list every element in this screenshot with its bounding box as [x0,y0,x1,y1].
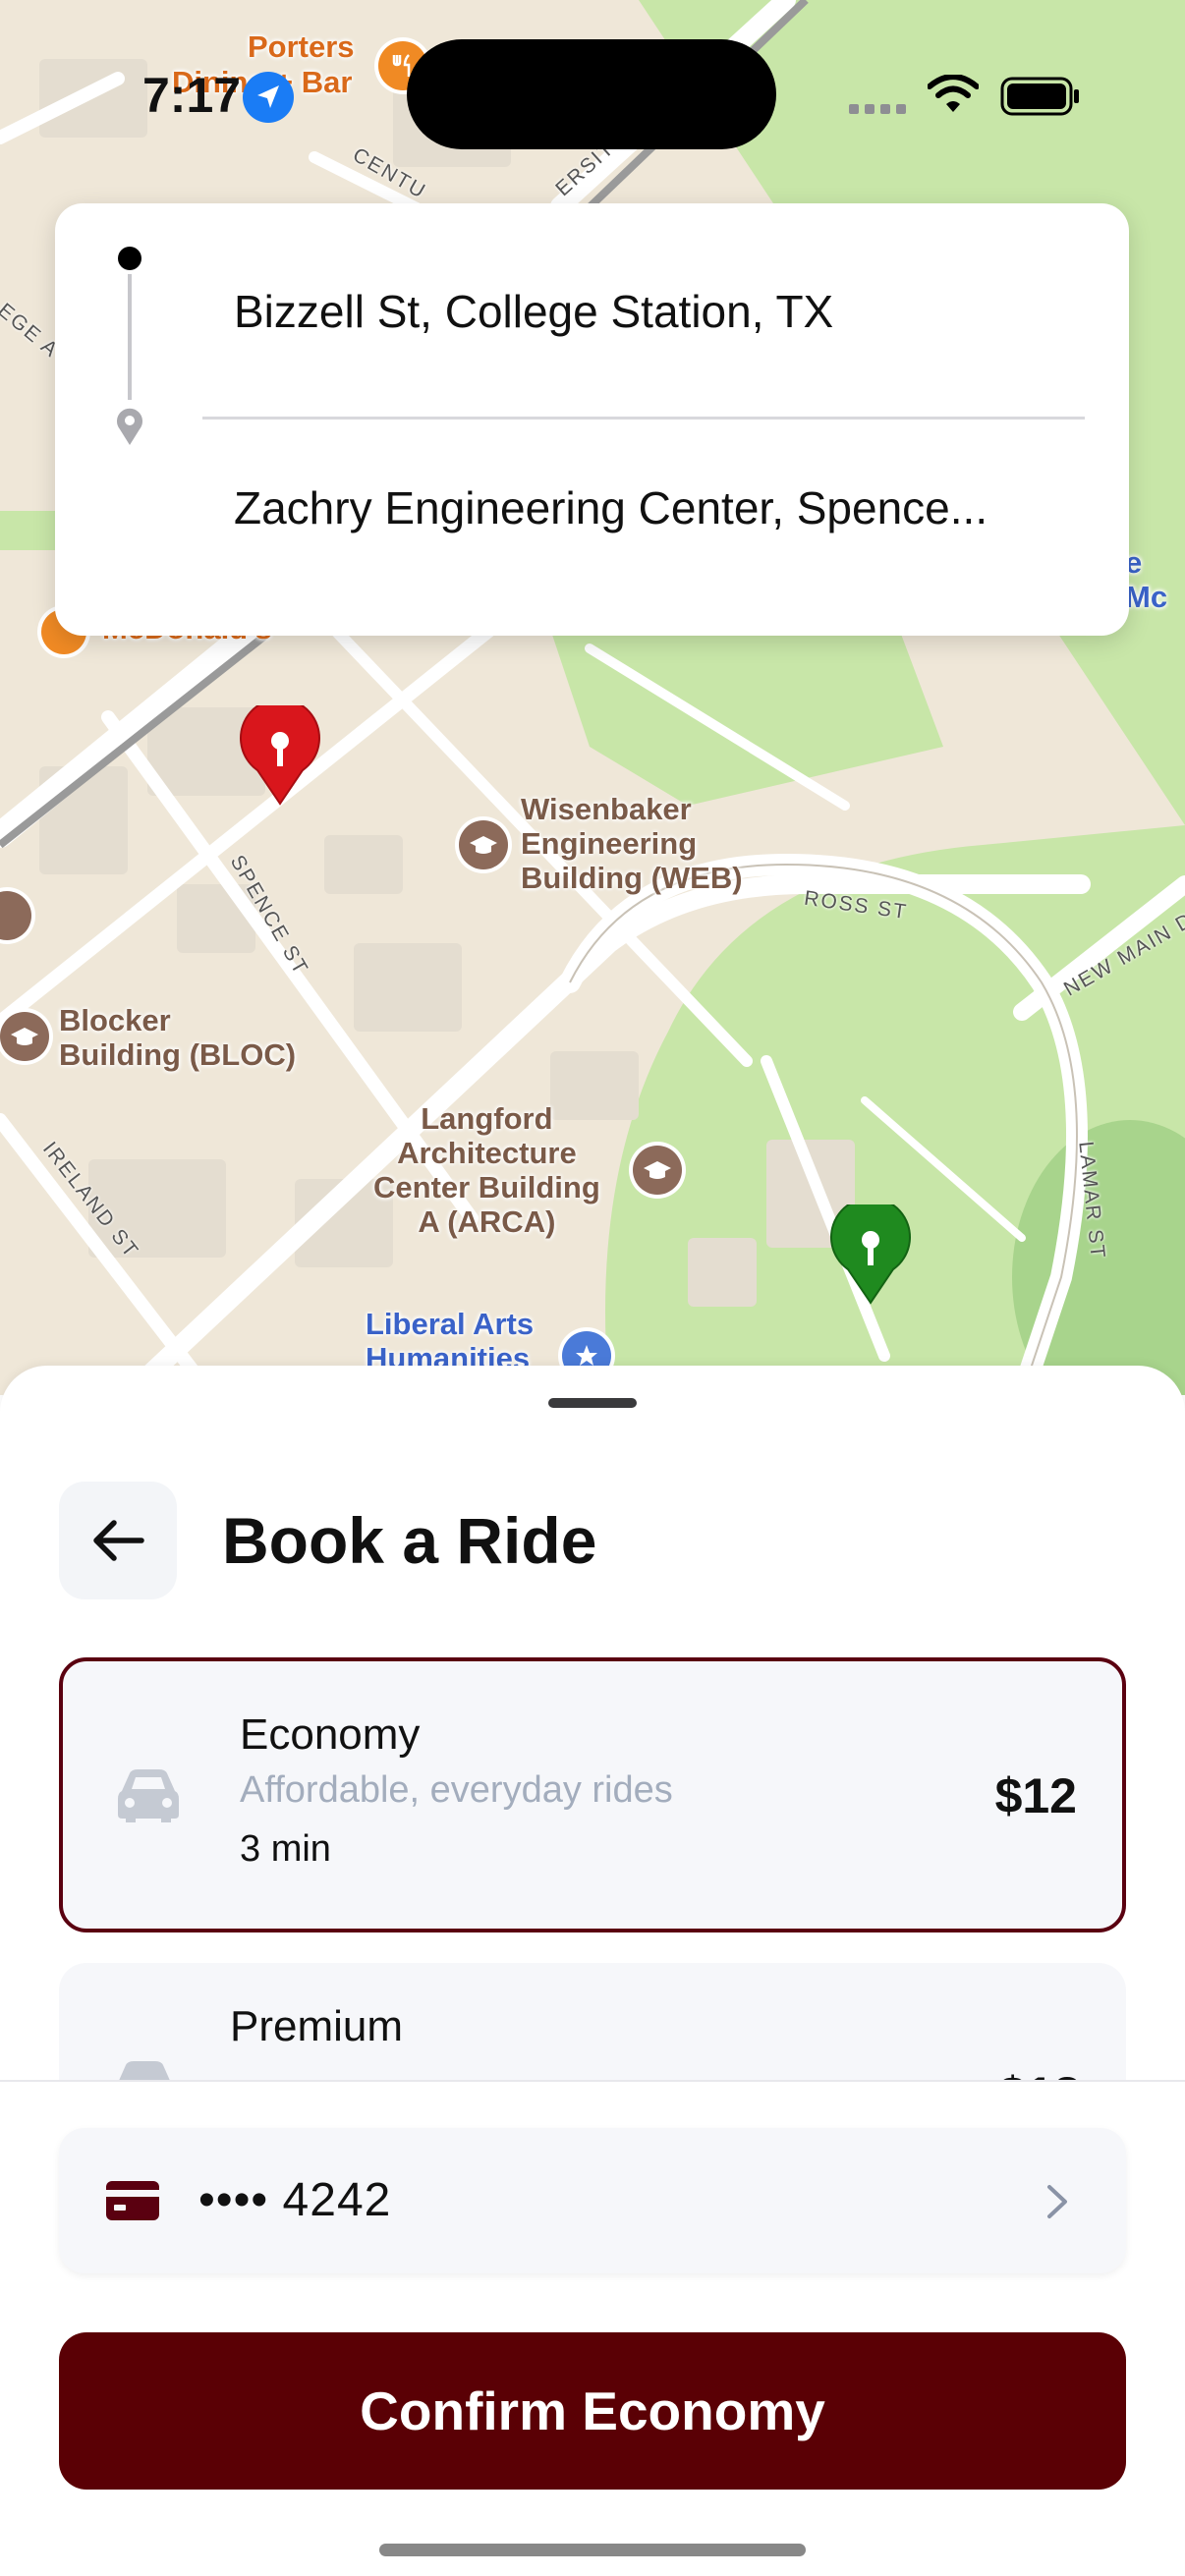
location-arrow-icon [243,72,294,123]
ride-option-name: Premium [230,2002,404,2050]
ride-option-description: Affordable, everyday rides [240,1769,673,1811]
back-button[interactable] [59,1482,177,1599]
route-timeline-icon [117,247,142,445]
pickup-pin-icon[interactable] [238,705,322,806]
payment-method-row[interactable]: •••• 4242 [59,2128,1126,2273]
dynamic-island [407,39,776,149]
status-bar: 7:17 [0,0,1185,196]
sheet-title: Book a Ride [222,1504,597,1577]
sheet-grabber[interactable] [548,1398,637,1408]
route-divider [202,417,1085,420]
car-icon [118,1769,179,1822]
ride-option-economy[interactable]: Economy Affordable, everyday rides 3 min… [59,1657,1126,1932]
map-label-wisenbaker: Wisenbaker Engineering Building (WEB) [521,792,743,895]
school-poi-icon[interactable] [459,820,508,869]
dropoff-pin-icon[interactable] [828,1204,913,1305]
ride-option-eta: 3 min [240,1828,331,1870]
school-poi-icon[interactable] [633,1146,682,1195]
chevron-right-icon [1047,2185,1067,2218]
ride-option-name: Economy [240,1710,421,1759]
map-label-langford: Langford Architecture Center Building A (AR… [373,1101,600,1239]
map-label-edge: e Mc [1125,545,1168,614]
wifi-icon [928,75,979,112]
confirm-ride-button[interactable]: Confirm Economy [59,2332,1126,2490]
arrow-left-icon [93,1520,144,1561]
battery-icon [1000,77,1079,116]
dropoff-input[interactable]: Zachry Engineering Center, Spence... [234,481,988,534]
checkout-bar: •••• 4242 Confirm Economy [0,2080,1185,2576]
route-card: Bizzell St, College Station, TX Zachry E… [55,203,1129,636]
home-indicator[interactable] [379,2544,806,2556]
credit-card-icon [106,2181,159,2220]
school-poi-icon[interactable] [0,1012,49,1061]
map-label-blocker: Blocker Building (BLOC) [59,1003,297,1072]
ride-option-price: $12 [994,1768,1077,1823]
signal-icon [849,104,906,114]
card-number: •••• 4242 [198,2174,392,2226]
status-time: 7:17 [142,68,242,123]
pickup-input[interactable]: Bizzell St, College Station, TX [234,285,833,338]
